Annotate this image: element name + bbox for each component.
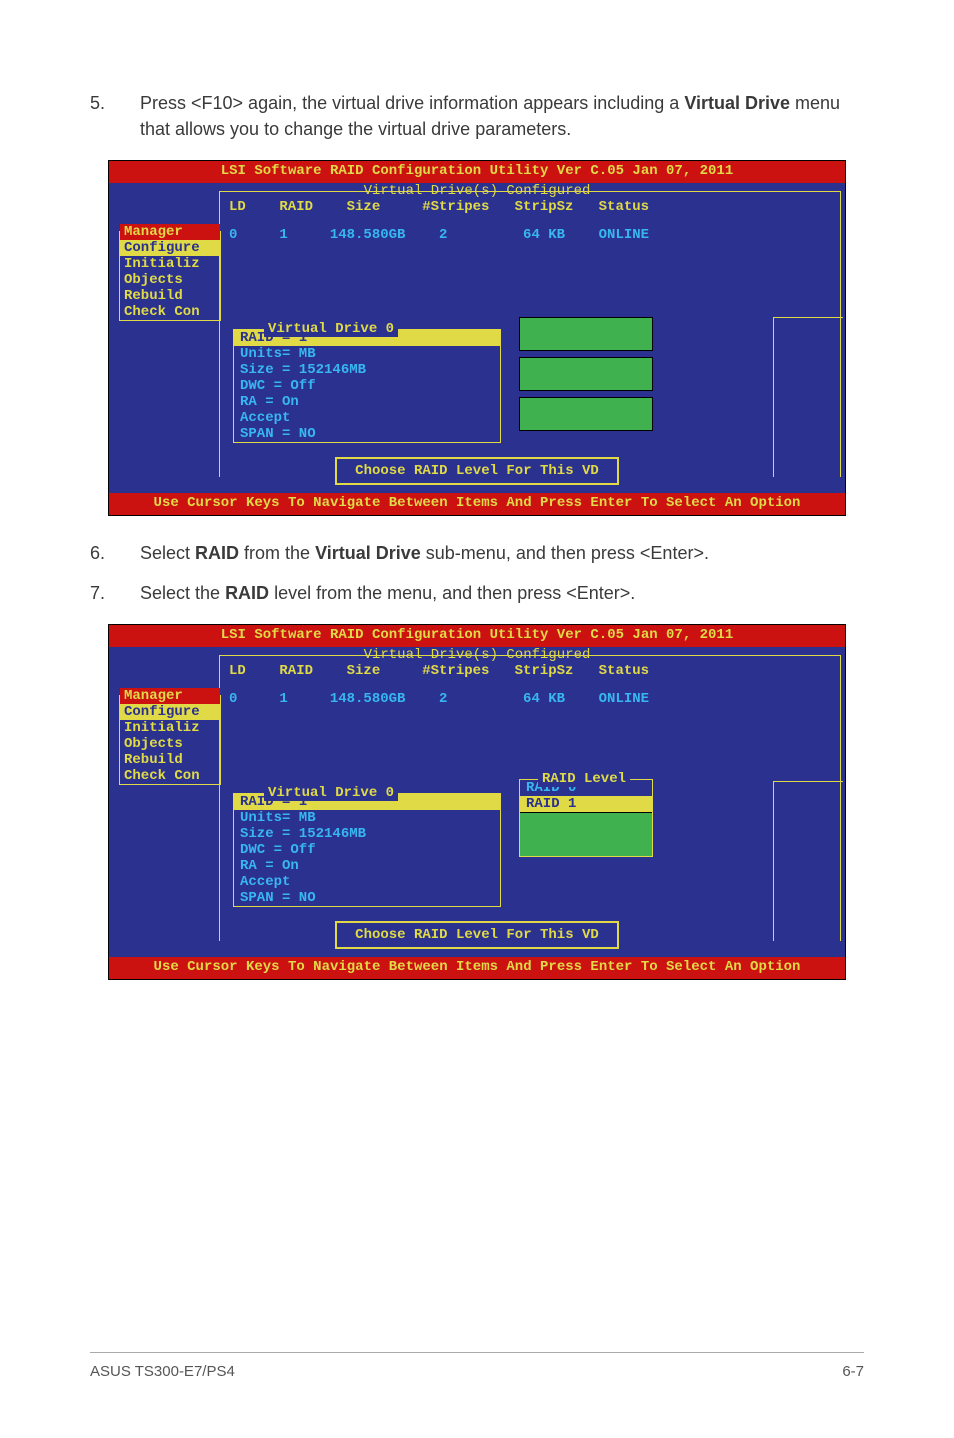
management-menu[interactable]: Manager Configure Initializ Objects Rebu… bbox=[119, 695, 221, 785]
bios-titlebar: LSI Software RAID Configuration Utility … bbox=[109, 161, 845, 183]
footer-left: ASUS TS300-E7/PS4 bbox=[90, 1363, 235, 1380]
text: level from the menu, and then press <Ent… bbox=[269, 583, 635, 603]
prompt-box: Choose RAID Level For This VD bbox=[335, 457, 619, 485]
right-pane-border bbox=[773, 781, 843, 941]
menu-item-configure[interactable]: Configure bbox=[120, 240, 220, 256]
vd-item-span[interactable]: SPAN = NO bbox=[234, 890, 500, 906]
virtual-drive-0-submenu[interactable]: Virtual Drive 0 RAID = 1 Units= MB Size … bbox=[233, 329, 501, 443]
bold-term: RAID bbox=[225, 583, 269, 603]
menu-item-configure[interactable]: Configure bbox=[120, 704, 220, 720]
bios-footer: Use Cursor Keys To Navigate Between Item… bbox=[109, 493, 845, 515]
menu-item-initialize[interactable]: Initializ bbox=[120, 720, 220, 736]
menu-item-check[interactable]: Check Con bbox=[120, 768, 220, 784]
bold-term: Virtual Drive bbox=[315, 543, 421, 563]
virtual-drive-0-submenu[interactable]: Virtual Drive 0 RAID = 1 Units= MB Size … bbox=[233, 793, 501, 907]
green-box bbox=[519, 397, 653, 431]
raid-level-menu[interactable]: RAID Level RAID 0 RAID 1 bbox=[519, 779, 653, 857]
footer-right: 6-7 bbox=[842, 1363, 864, 1380]
step-number: 6. bbox=[90, 540, 140, 566]
management-menu[interactable]: Manager Configure Initializ Objects Rebu… bbox=[119, 231, 221, 321]
prompt-box: Choose RAID Level For This VD bbox=[335, 921, 619, 949]
menu-item-rebuild[interactable]: Rebuild bbox=[120, 752, 220, 768]
green-boxes bbox=[519, 317, 653, 437]
vd0-title: Virtual Drive 0 bbox=[264, 321, 398, 337]
vd-item-ra[interactable]: RA = On bbox=[234, 858, 500, 874]
step-body: Select RAID from the Virtual Drive sub-m… bbox=[140, 540, 864, 566]
step-6: 6. Select RAID from the Virtual Drive su… bbox=[90, 540, 864, 566]
green-box bbox=[519, 357, 653, 391]
raid-level-blank bbox=[520, 812, 652, 856]
bios-footer: Use Cursor Keys To Navigate Between Item… bbox=[109, 957, 845, 979]
vd0-title: Virtual Drive 0 bbox=[264, 785, 398, 801]
vd-item-units[interactable]: Units= MB bbox=[234, 810, 500, 826]
step-number: 7. bbox=[90, 580, 140, 606]
page-footer: ASUS TS300-E7/PS4 6-7 bbox=[90, 1352, 864, 1380]
text: Select the bbox=[140, 583, 225, 603]
menu-item-rebuild[interactable]: Rebuild bbox=[120, 288, 220, 304]
step-5: 5. Press <F10> again, the virtual drive … bbox=[90, 90, 864, 142]
bios-screenshot-2: LSI Software RAID Configuration Utility … bbox=[108, 624, 846, 980]
right-pane-border bbox=[773, 317, 843, 477]
vds-configured-label: Virtual Drive(s) Configured bbox=[109, 647, 845, 663]
vd-item-size[interactable]: Size = 152146MB bbox=[234, 362, 500, 378]
bold-term: Virtual Drive bbox=[684, 93, 790, 113]
vd-item-dwc[interactable]: DWC = Off bbox=[234, 842, 500, 858]
column-headers: LD RAID Size #Stripes StripSz Status bbox=[109, 663, 845, 679]
step-number: 5. bbox=[90, 90, 140, 142]
vd-item-accept[interactable]: Accept bbox=[234, 874, 500, 890]
step-body: Select the RAID level from the menu, and… bbox=[140, 580, 864, 606]
bios-screenshot-1: LSI Software RAID Configuration Utility … bbox=[108, 160, 846, 516]
menu-item-check[interactable]: Check Con bbox=[120, 304, 220, 320]
vd-item-size[interactable]: Size = 152146MB bbox=[234, 826, 500, 842]
text: Press <F10> again, the virtual drive inf… bbox=[140, 93, 684, 113]
vd-item-span[interactable]: SPAN = NO bbox=[234, 426, 500, 442]
step-body: Press <F10> again, the virtual drive inf… bbox=[140, 90, 864, 142]
menu-item-initialize[interactable]: Initializ bbox=[120, 256, 220, 272]
vd-item-dwc[interactable]: DWC = Off bbox=[234, 378, 500, 394]
vd-item-accept[interactable]: Accept bbox=[234, 410, 500, 426]
menu-item-objects[interactable]: Objects bbox=[120, 736, 220, 752]
bold-term: RAID bbox=[195, 543, 239, 563]
vds-configured-label: Virtual Drive(s) Configured bbox=[109, 183, 845, 199]
menu-item-objects[interactable]: Objects bbox=[120, 272, 220, 288]
step-7: 7. Select the RAID level from the menu, … bbox=[90, 580, 864, 606]
column-headers: LD RAID Size #Stripes StripSz Status bbox=[109, 199, 845, 215]
text: Select bbox=[140, 543, 195, 563]
bios-titlebar: LSI Software RAID Configuration Utility … bbox=[109, 625, 845, 647]
vd-item-ra[interactable]: RA = On bbox=[234, 394, 500, 410]
raid-level-1[interactable]: RAID 1 bbox=[520, 796, 652, 812]
text: sub-menu, and then press <Enter>. bbox=[421, 543, 709, 563]
menu-item-manager[interactable]: Manager bbox=[120, 224, 220, 240]
vd-item-units[interactable]: Units= MB bbox=[234, 346, 500, 362]
green-box bbox=[519, 317, 653, 351]
raid-level-title: RAID Level bbox=[538, 771, 630, 787]
menu-item-manager[interactable]: Manager bbox=[120, 688, 220, 704]
text: from the bbox=[239, 543, 315, 563]
